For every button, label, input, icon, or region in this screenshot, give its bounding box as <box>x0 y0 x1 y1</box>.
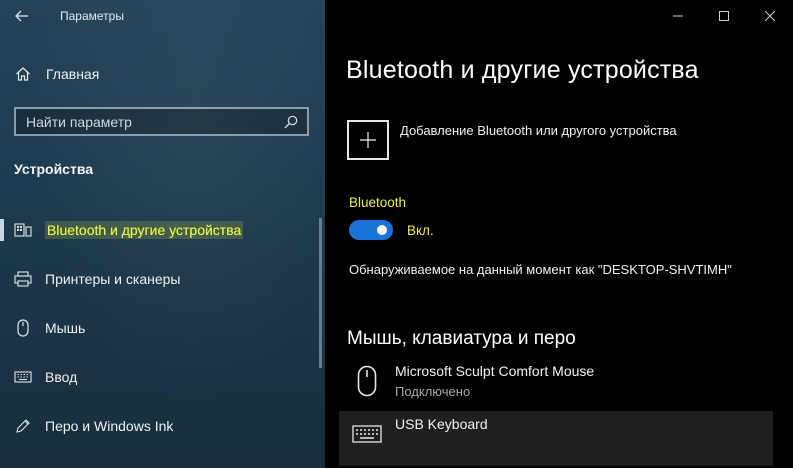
close-icon <box>765 11 775 21</box>
printer-icon <box>0 270 45 287</box>
sidebar-item-bluetooth[interactable]: Bluetooth и другие устройства <box>0 205 325 254</box>
sidebar-item-home[interactable]: Главная <box>0 56 325 92</box>
minimize-button[interactable] <box>655 0 701 32</box>
search-input[interactable] <box>26 113 266 130</box>
bluetooth-devices-icon <box>0 222 45 238</box>
toggle-knob <box>377 225 387 235</box>
close-button[interactable] <box>747 0 793 32</box>
bluetooth-label: Bluetooth <box>349 195 407 210</box>
add-box <box>347 120 389 160</box>
sidebar: Параметры Главная Устройства <box>0 0 325 468</box>
window-controls <box>655 0 793 32</box>
mouse-icon <box>0 318 45 337</box>
sidebar-item-pen[interactable]: Перо и Windows Ink <box>0 401 325 450</box>
maximize-icon <box>719 11 729 21</box>
mouse-icon <box>339 358 395 404</box>
app-title: Параметры <box>60 9 124 23</box>
device-name: Microsoft Sculpt Comfort Mouse <box>395 363 595 379</box>
add-device-button[interactable]: Добавление Bluetooth или другого устройс… <box>347 120 677 160</box>
device-item-keyboard[interactable]: USB Keyboard <box>339 411 773 466</box>
sidebar-item-typing[interactable]: Ввод <box>0 352 325 401</box>
keyboard-icon <box>339 411 395 457</box>
back-button[interactable] <box>0 0 44 32</box>
maximize-button[interactable] <box>701 0 747 32</box>
sidebar-item-label: Принтеры и сканеры <box>45 270 181 287</box>
titlebar-left: Параметры <box>0 0 325 32</box>
device-item-mouse[interactable]: Microsoft Sculpt Comfort Mouse Подключен… <box>339 358 773 410</box>
sidebar-item-printers[interactable]: Принтеры и сканеры <box>0 254 325 303</box>
section-heading-devices: Устройства <box>14 161 94 177</box>
bluetooth-toggle[interactable] <box>349 220 393 240</box>
discoverable-text: Обнаруживаемое на данный момент как "DES… <box>349 262 732 277</box>
bluetooth-toggle-row: Вкл. <box>349 220 434 240</box>
sidebar-nav: Bluetooth и другие устройства Принтеры и… <box>0 205 325 450</box>
sidebar-item-label: Главная <box>46 66 100 82</box>
main-content: Bluetooth и другие устройства Добавление… <box>325 0 793 468</box>
page-title: Bluetooth и другие устройства <box>346 56 699 84</box>
plus-icon <box>360 132 376 148</box>
section-title-input-devices: Мышь, клавиатура и перо <box>347 328 576 349</box>
minimize-icon <box>673 15 683 17</box>
sidebar-item-label: Ввод <box>45 368 78 385</box>
search-box[interactable] <box>14 107 309 136</box>
home-icon <box>0 66 46 82</box>
back-arrow-icon <box>15 10 28 22</box>
bluetooth-toggle-state: Вкл. <box>407 222 434 238</box>
sidebar-item-label: Bluetooth и другие устройства <box>47 221 242 238</box>
pen-icon <box>0 418 45 434</box>
sidebar-item-label: Мышь <box>45 319 86 336</box>
sidebar-item-label: Перо и Windows Ink <box>45 417 174 434</box>
keyboard-icon <box>0 370 45 383</box>
sidebar-scrollbar[interactable] <box>319 218 322 368</box>
sidebar-item-mouse[interactable]: Мышь <box>0 303 325 352</box>
settings-window: Параметры Главная Устройства <box>0 0 793 468</box>
device-status: Подключено <box>395 384 471 399</box>
add-device-label: Добавление Bluetooth или другого устройс… <box>400 123 677 138</box>
device-name: USB Keyboard <box>395 416 488 432</box>
search-icon[interactable] <box>283 114 299 130</box>
